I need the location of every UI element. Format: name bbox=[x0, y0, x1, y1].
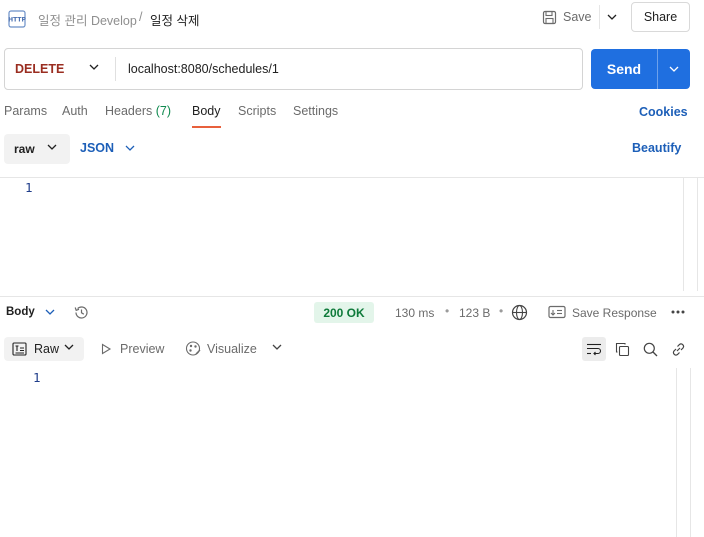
tab-params[interactable]: Params bbox=[4, 104, 47, 118]
response-view-raw[interactable]: Raw bbox=[4, 337, 84, 361]
globe-icon[interactable] bbox=[511, 304, 528, 321]
response-body-viewer[interactable]: 1 bbox=[0, 368, 704, 537]
save-button[interactable]: Save bbox=[537, 5, 599, 29]
save-options-dropdown[interactable] bbox=[599, 5, 623, 29]
tab-auth[interactable]: Auth bbox=[62, 104, 88, 118]
wrap-lines-button[interactable] bbox=[582, 337, 606, 361]
send-button-group: Send bbox=[591, 49, 690, 89]
search-button[interactable] bbox=[638, 337, 662, 361]
url-divider bbox=[115, 57, 116, 81]
copy-button[interactable] bbox=[610, 337, 634, 361]
meta-separator: • bbox=[499, 304, 504, 318]
body-mode-label: raw bbox=[14, 142, 35, 156]
method-label: DELETE bbox=[15, 62, 65, 76]
beautify-link[interactable]: Beautify bbox=[632, 141, 681, 155]
response-size[interactable]: 123 B bbox=[459, 306, 490, 320]
pane-resizer[interactable] bbox=[0, 296, 704, 297]
visualize-icon[interactable] bbox=[184, 340, 202, 357]
chevron-down-icon bbox=[607, 14, 616, 20]
wrap-lines-icon bbox=[587, 343, 602, 356]
line-number: 1 bbox=[33, 370, 41, 385]
send-options-dropdown[interactable] bbox=[658, 49, 690, 89]
save-label: Save bbox=[563, 10, 592, 24]
tab-headers-count: (7) bbox=[155, 104, 172, 118]
tab-body[interactable]: Body bbox=[192, 104, 221, 118]
response-view-visualize[interactable]: Visualize bbox=[207, 342, 257, 356]
body-language-select[interactable]: JSON bbox=[80, 141, 135, 155]
request-editor-scrollbar[interactable] bbox=[683, 178, 698, 291]
method-select[interactable]: DELETE bbox=[5, 49, 115, 89]
status-badge[interactable]: 200 OK bbox=[314, 302, 374, 323]
share-button[interactable]: Share bbox=[631, 2, 690, 32]
tab-settings[interactable]: Settings bbox=[293, 104, 338, 118]
save-response-icon[interactable] bbox=[548, 305, 566, 319]
search-icon bbox=[643, 342, 657, 356]
line-number: 1 bbox=[25, 180, 33, 195]
tab-headers-label: Headers bbox=[105, 104, 153, 118]
request-body-editor[interactable]: 1 bbox=[0, 177, 704, 291]
tab-headers[interactable]: Headers (7) bbox=[105, 104, 171, 118]
response-viewer-scrollbar[interactable] bbox=[676, 368, 691, 537]
send-button[interactable]: Send bbox=[591, 49, 657, 89]
chevron-down-icon bbox=[89, 64, 99, 70]
active-tab-indicator bbox=[192, 126, 221, 128]
body-language-label: JSON bbox=[80, 141, 115, 155]
breadcrumb-request-name[interactable]: 일정 삭제 bbox=[150, 10, 199, 29]
body-mode-select[interactable]: raw bbox=[4, 134, 70, 164]
request-header: HTTP 일정 관리 Develop / 일정 삭제 Save Share bbox=[0, 0, 704, 36]
chevron-down-icon bbox=[125, 145, 135, 151]
chevron-down-icon[interactable] bbox=[272, 344, 282, 350]
link-icon bbox=[672, 342, 684, 356]
http-file-icon: HTTP bbox=[8, 10, 26, 28]
response-view-preview[interactable]: Preview bbox=[120, 342, 164, 356]
chevron-down-icon bbox=[47, 144, 57, 150]
history-icon[interactable] bbox=[73, 304, 90, 321]
raw-text-icon bbox=[12, 342, 27, 356]
copy-icon bbox=[615, 342, 629, 356]
play-icon[interactable] bbox=[100, 343, 112, 355]
floppy-disk-icon bbox=[542, 10, 557, 24]
tab-scripts[interactable]: Scripts bbox=[238, 104, 276, 118]
breadcrumb-separator: / bbox=[139, 10, 143, 24]
meta-separator: • bbox=[445, 304, 450, 318]
chevron-down-icon[interactable] bbox=[45, 309, 55, 315]
breadcrumb-collection[interactable]: 일정 관리 Develop bbox=[38, 10, 137, 29]
response-time[interactable]: 130 ms bbox=[395, 306, 434, 320]
request-tabs: Params Auth Headers (7) Body Scripts Set… bbox=[0, 104, 704, 130]
chevron-down-icon bbox=[64, 344, 74, 350]
more-options-icon[interactable] bbox=[670, 305, 686, 319]
url-input[interactable] bbox=[117, 49, 577, 89]
link-button[interactable] bbox=[666, 337, 690, 361]
svg-text:HTTP: HTTP bbox=[8, 17, 26, 24]
chevron-down-icon bbox=[669, 66, 679, 72]
response-view-label: Raw bbox=[34, 342, 60, 356]
response-section-select[interactable]: Body bbox=[6, 306, 35, 318]
save-response-button[interactable]: Save Response bbox=[572, 306, 657, 320]
url-bar: DELETE bbox=[4, 48, 583, 90]
cookies-link[interactable]: Cookies bbox=[639, 105, 688, 119]
